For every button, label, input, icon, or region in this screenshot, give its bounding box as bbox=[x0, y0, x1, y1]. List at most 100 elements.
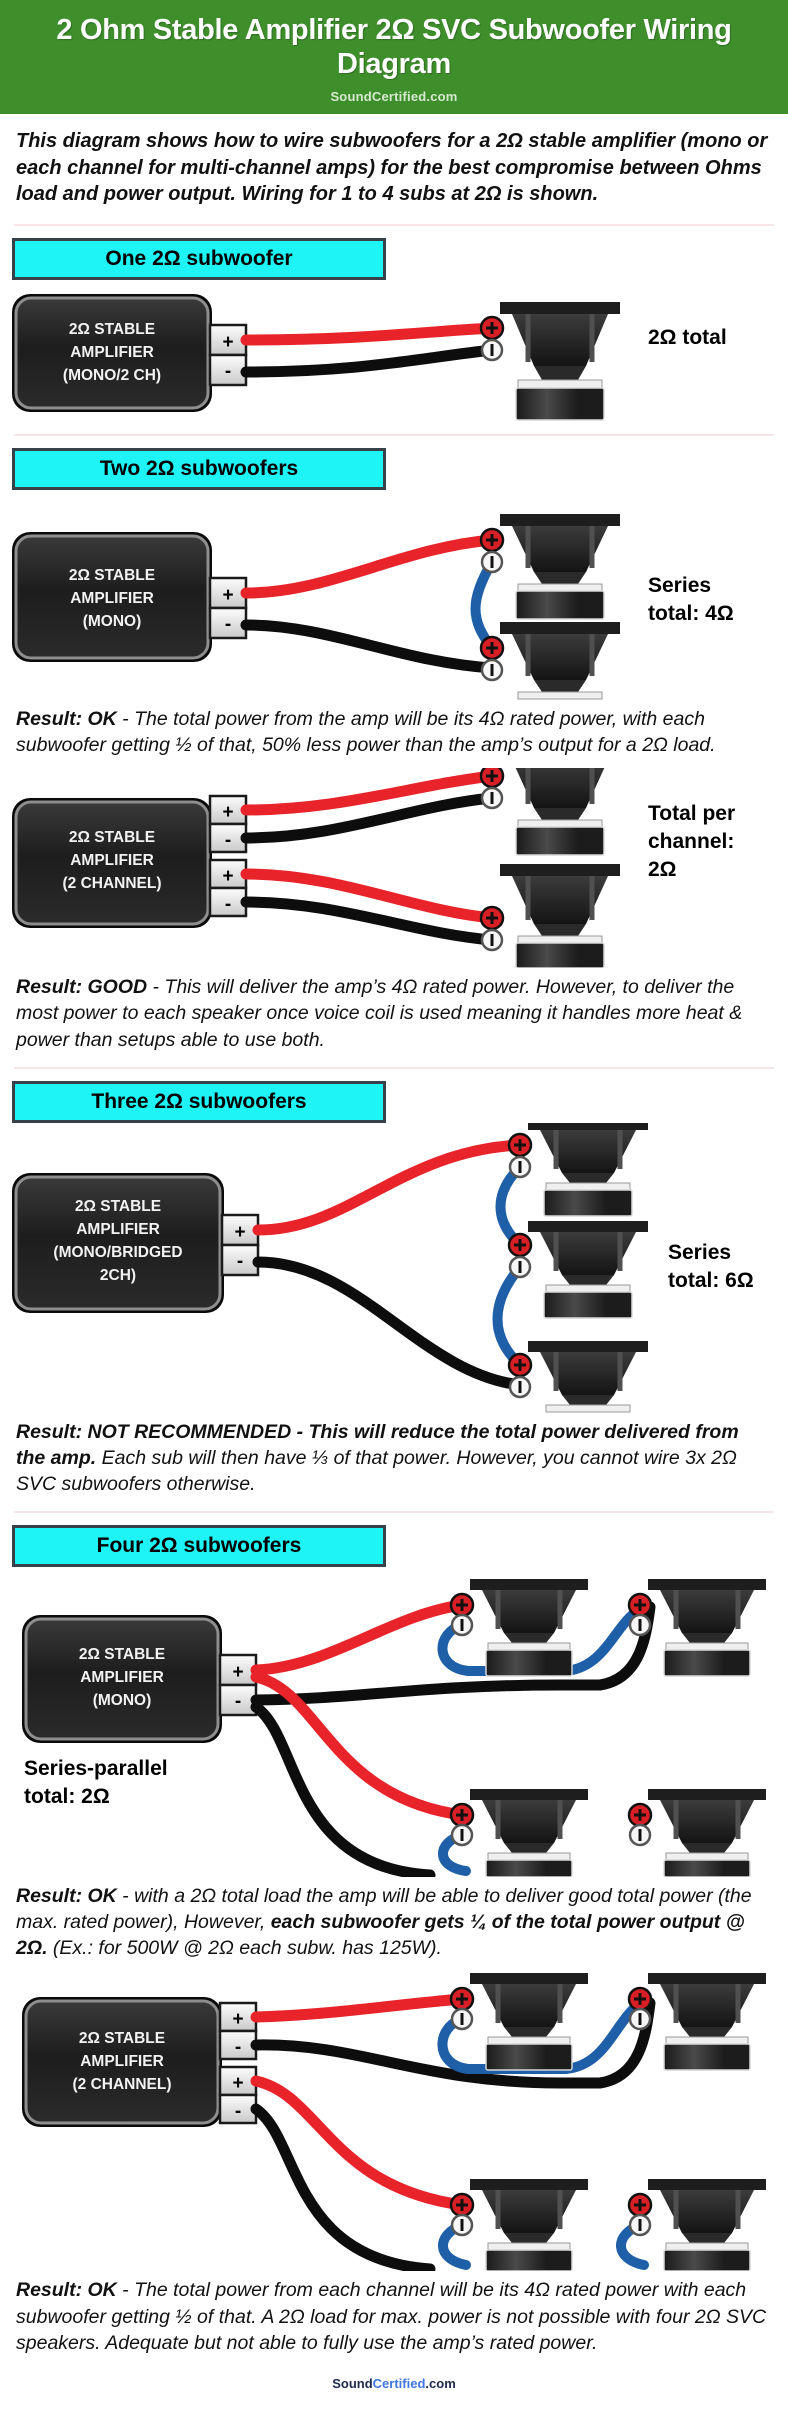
load-label-line-0: Series bbox=[648, 574, 711, 597]
speaker-terminals-1[interactable] bbox=[479, 768, 505, 810]
amplifier-unit-1: 2Ω STABLE AMPLIFIER (MONO/2 CH) bbox=[12, 294, 212, 413]
load-label-line-1: total: 6Ω bbox=[668, 1269, 754, 1292]
intro-emphasis: each bbox=[16, 156, 62, 179]
amp-line-1: AMPLIFIER bbox=[80, 1669, 164, 1686]
speaker-terminals-3[interactable] bbox=[449, 1802, 475, 1847]
result-verdict: Result: OK bbox=[16, 708, 117, 731]
result-text-2: (Ex.: for 500W @ 2Ω each subw. has 125W)… bbox=[47, 1937, 442, 1960]
amp-line-1: AMPLIFIER bbox=[76, 1221, 160, 1238]
result-verdict: Result: OK bbox=[16, 1885, 117, 1908]
subwoofer-1 bbox=[500, 514, 620, 620]
speaker-terminals-1[interactable] bbox=[449, 1987, 475, 2031]
amp-terminal-block-1[interactable]: + - bbox=[208, 323, 248, 387]
wire-ch2-positive bbox=[240, 868, 498, 924]
amplifier-unit-6: 2Ω STABLE AMPLIFIER (2 CHANNEL) bbox=[22, 1997, 222, 2128]
result-four-subs-mono: Result: OK - with a 2Ω total load the am… bbox=[0, 1877, 788, 1971]
section-two-header-wrap: Two 2Ω subwoofers bbox=[0, 436, 788, 491]
subwoofer-4 bbox=[648, 1789, 766, 1878]
subwoofer-3 bbox=[528, 1340, 648, 1413]
terminal-negative: - bbox=[225, 614, 231, 635]
result-verdict: Result: OK bbox=[16, 2279, 117, 2302]
amp-line-2: (MONO/BRIDGED bbox=[53, 1244, 182, 1261]
load-label-line-2: 2Ω bbox=[648, 858, 677, 881]
load-label-line-1: total: 2Ω bbox=[24, 1785, 110, 1808]
load-label-line-1: channel: bbox=[648, 830, 734, 853]
load-label-line-0: Total per bbox=[648, 802, 735, 825]
speaker-terminals-2[interactable] bbox=[479, 635, 505, 682]
diagram-one-sub: 2Ω STABLE AMPLIFIER (MONO/2 CH) + - 2Ω t… bbox=[0, 280, 788, 430]
amp-line-1: AMPLIFIER bbox=[70, 852, 154, 869]
terminal-ch2-positive: + bbox=[232, 2073, 243, 2094]
section-header-two-subs: Two 2Ω subwoofers bbox=[12, 448, 386, 491]
amplifier-unit-4: 2Ω STABLE AMPLIFIER (MONO/BRIDGED 2CH) bbox=[12, 1172, 224, 1313]
result-four-subs-2ch: Result: OK - The total power from each c… bbox=[0, 2271, 788, 2365]
amp-line-1: AMPLIFIER bbox=[70, 590, 154, 607]
speaker-terminals-3[interactable] bbox=[449, 2193, 475, 2237]
amp-terminal-block-3[interactable]: + - + - bbox=[208, 795, 248, 918]
terminal-ch1-negative: - bbox=[235, 2037, 241, 2058]
header-brand: SoundCertified.com bbox=[330, 89, 458, 105]
section-four-header-wrap: Four 2Ω subwoofers bbox=[0, 1513, 788, 1568]
terminal-ch1-positive: + bbox=[232, 2009, 243, 2030]
terminal-ch2-negative: - bbox=[225, 894, 231, 915]
wire-negative bbox=[252, 1256, 526, 1391]
wire-positive bbox=[252, 1139, 526, 1236]
section-header-one-sub: One 2Ω subwoofer bbox=[12, 238, 386, 281]
subwoofer-1 bbox=[515, 768, 605, 857]
subwoofer-3 bbox=[470, 2179, 588, 2272]
wire-negative bbox=[240, 619, 498, 674]
section-header-four-subs: Four 2Ω subwoofers bbox=[12, 1525, 386, 1568]
diagram-two-subs-2ch: 2Ω STABLE AMPLIFIER (2 CHANNEL) + - + - bbox=[0, 768, 788, 969]
amp-terminal-block-4[interactable]: + - bbox=[220, 1213, 260, 1276]
result-two-subs-mono: Result: OK - The total power from the am… bbox=[0, 700, 788, 768]
footer-logo-part2: Certified bbox=[372, 2375, 426, 2391]
wire-negative-bottom bbox=[250, 1701, 436, 1878]
speaker-terminals-1[interactable] bbox=[479, 527, 505, 574]
result-verdict: Result: GOOD bbox=[16, 976, 148, 999]
subwoofer-1 bbox=[528, 1122, 648, 1217]
wire-positive-top bbox=[250, 1599, 468, 1676]
speaker-terminals-2[interactable] bbox=[507, 1232, 533, 1278]
subwoofer-2 bbox=[648, 1973, 766, 2072]
diagram-four-subs-mono: 2Ω STABLE AMPLIFIER (MONO) + - Series-pa… bbox=[0, 1567, 788, 1878]
speaker-terminals-2[interactable] bbox=[627, 1592, 653, 1637]
amp-line-0: 2Ω STABLE bbox=[69, 567, 155, 584]
terminal-positive: + bbox=[222, 585, 233, 606]
speaker-terminals-1[interactable] bbox=[479, 315, 505, 362]
speaker-terminals-1[interactable] bbox=[507, 1132, 533, 1178]
amp-terminal-block-2[interactable]: + - bbox=[208, 576, 248, 640]
amp-line-2: (2 CHANNEL) bbox=[72, 2076, 171, 2093]
result-two-subs-2ch: Result: GOOD - This will deliver the amp… bbox=[0, 968, 788, 1062]
subwoofer-2 bbox=[648, 1579, 766, 1677]
terminal-ch2-negative: - bbox=[235, 2101, 241, 2122]
result-three-subs: Result: NOT RECOMMENDED - This will redu… bbox=[0, 1413, 788, 1507]
section-three-header-wrap: Three 2Ω subwoofers bbox=[0, 1069, 788, 1123]
subwoofer-2 bbox=[500, 622, 620, 700]
wire-series-link-2 bbox=[492, 1261, 525, 1370]
speaker-terminals-4[interactable] bbox=[627, 2193, 653, 2237]
diagram-two-subs-mono: 2Ω STABLE AMPLIFIER (MONO) + - Series to… bbox=[0, 490, 788, 700]
diagram-four-subs-2ch: 2Ω STABLE AMPLIFIER (2 CHANNEL) + - + - bbox=[0, 1971, 788, 2272]
terminal-ch1-positive: + bbox=[222, 802, 233, 823]
amp-line-0: 2Ω STABLE bbox=[79, 1646, 165, 1663]
amp-line-1: AMPLIFIER bbox=[80, 2053, 164, 2070]
amp-line-2: (MONO) bbox=[93, 1692, 152, 1709]
speaker-terminals-3[interactable] bbox=[507, 1352, 533, 1398]
speaker-terminals-1[interactable] bbox=[449, 1592, 475, 1637]
amp-line-0: 2Ω STABLE bbox=[79, 2030, 165, 2047]
terminal-positive: + bbox=[222, 332, 233, 353]
intro-paragraph: This diagram shows how to wire subwoofer… bbox=[0, 114, 788, 220]
amp-line-0: 2Ω STABLE bbox=[69, 321, 155, 338]
terminal-ch2-positive: + bbox=[222, 866, 233, 887]
load-label-one-sub: 2Ω total bbox=[648, 326, 727, 349]
wire-positive bbox=[240, 322, 498, 346]
terminal-negative: - bbox=[235, 1691, 241, 1712]
speaker-terminals-2[interactable] bbox=[479, 906, 505, 952]
result-text: - The total power from the amp will be i… bbox=[16, 708, 716, 757]
terminal-positive: + bbox=[232, 1662, 243, 1683]
speaker-terminals-4[interactable] bbox=[627, 1802, 653, 1847]
terminal-negative: - bbox=[225, 361, 231, 382]
section-one-header-wrap: One 2Ω subwoofer bbox=[0, 226, 788, 281]
amp-terminal-block-6[interactable]: + - + - bbox=[218, 2002, 258, 2125]
speaker-terminals-2[interactable] bbox=[627, 1987, 653, 2031]
